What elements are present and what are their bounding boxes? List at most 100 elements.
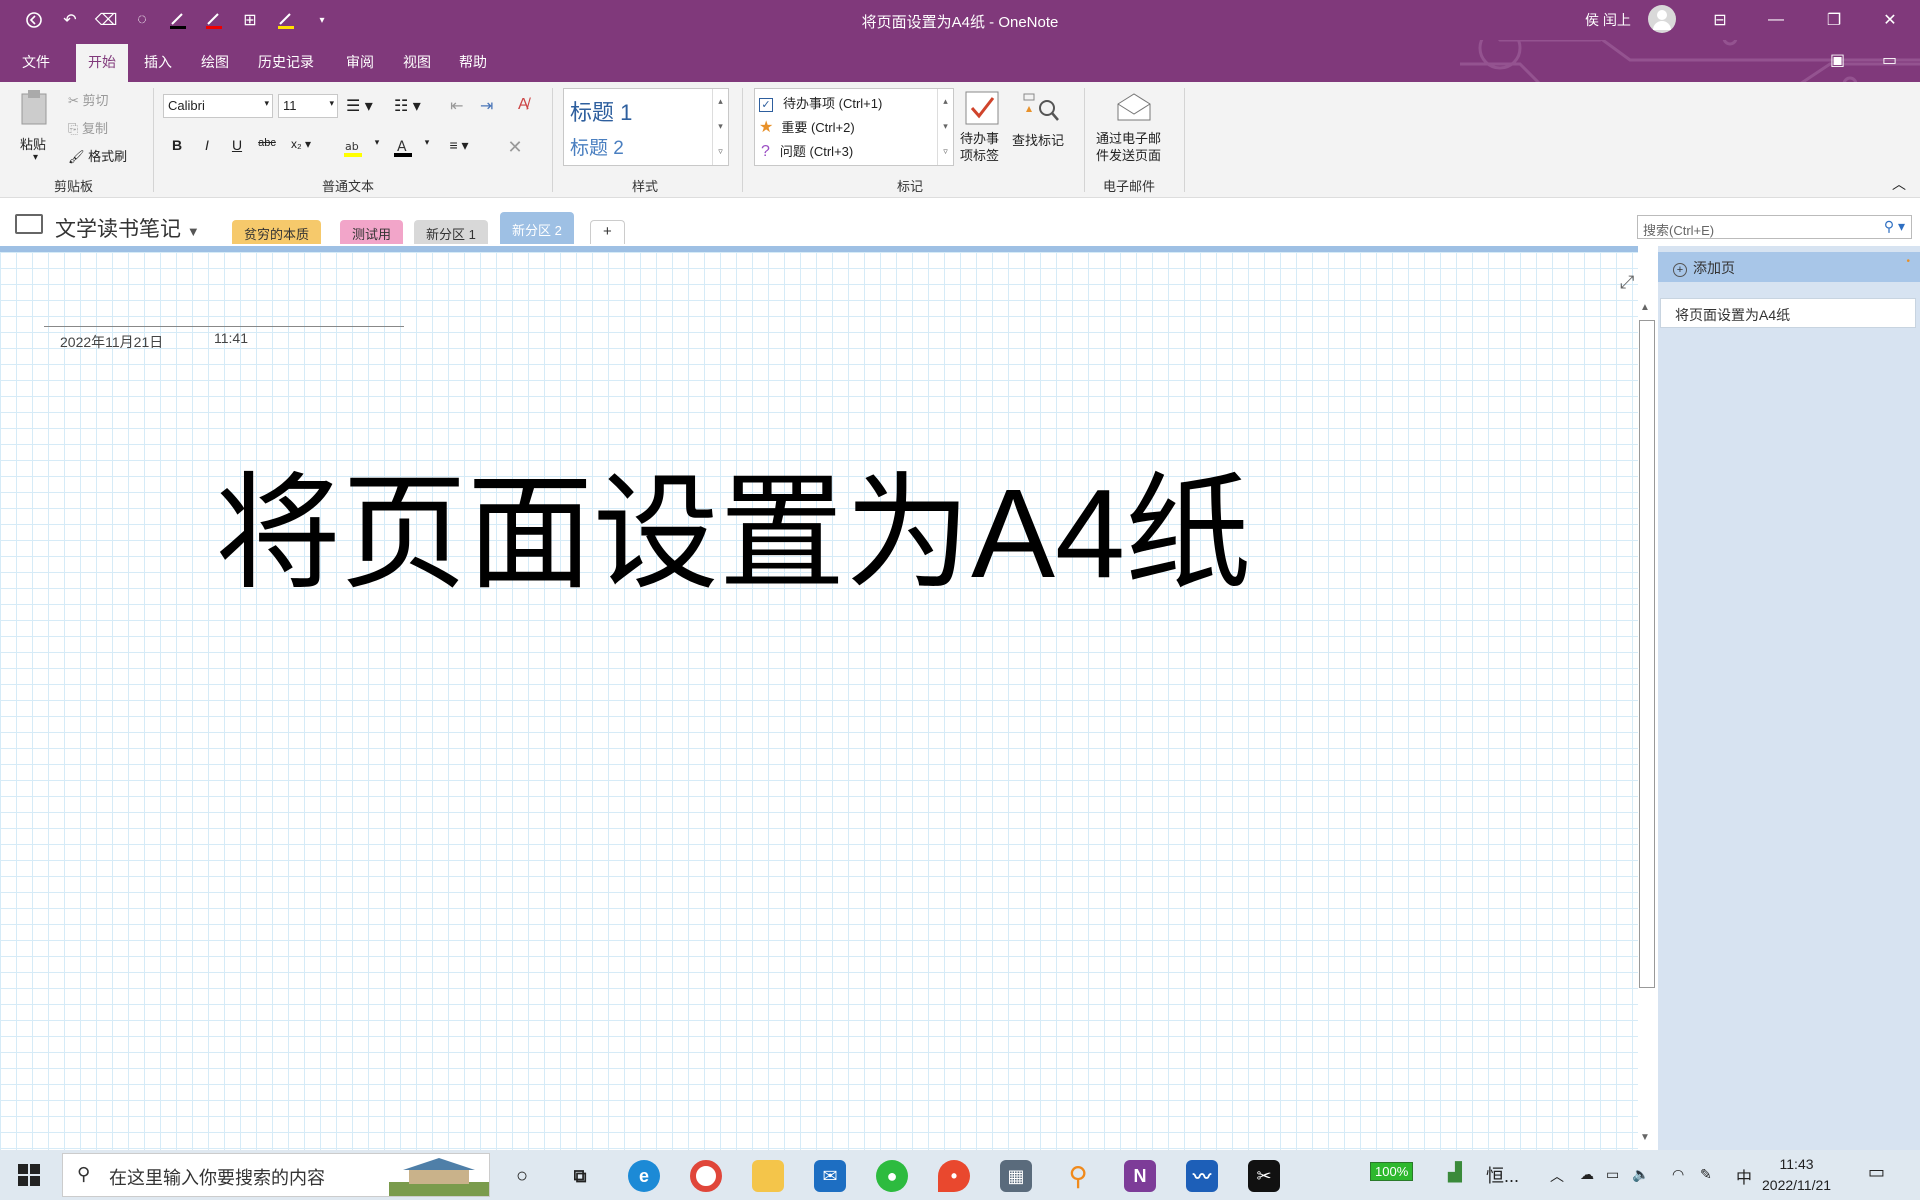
chevron-down-icon[interactable]: ▾: [366, 137, 388, 159]
decrease-indent-icon[interactable]: ⇤: [450, 96, 463, 116]
delete-icon[interactable]: ✕: [504, 137, 526, 159]
tag-todo[interactable]: ✓ 待办事项 (Ctrl+1): [759, 93, 882, 112]
edge-icon[interactable]: e: [628, 1160, 660, 1192]
numbering-icon[interactable]: ☷ ▾: [394, 96, 421, 116]
task-view-icon[interactable]: ⧉: [564, 1160, 596, 1192]
system-clock[interactable]: 11:43 2022/11/21: [1762, 1154, 1831, 1196]
font-name-value: Calibri: [168, 98, 205, 113]
increase-indent-icon[interactable]: ⇥: [480, 96, 493, 116]
volume-icon[interactable]: 🔈: [1632, 1166, 1649, 1183]
email-page-button[interactable]: 通过电子邮 件发送页面: [1092, 88, 1176, 172]
highlight-color-icon[interactable]: ab: [342, 137, 364, 159]
page-list-item[interactable]: 将页面设置为A4纸: [1660, 298, 1916, 328]
ribbon-tabs: 文件 开始 插入 绘图 历史记录 审阅 视图 帮助 ▣ ▭: [0, 40, 1920, 112]
font-color-icon[interactable]: A: [392, 137, 414, 159]
bold-icon[interactable]: B: [166, 137, 188, 159]
underline-icon[interactable]: U: [226, 137, 248, 159]
tab-home[interactable]: 开始: [76, 44, 128, 82]
restore-icon[interactable]: ❐: [1814, 6, 1854, 34]
clear-format-icon[interactable]: A̸: [518, 96, 529, 114]
close-icon[interactable]: ✕: [1870, 6, 1910, 34]
scroll-down-icon[interactable]: ▼: [1640, 1132, 1650, 1143]
avatar[interactable]: [1648, 5, 1676, 33]
battery-indicator[interactable]: 100%: [1370, 1162, 1414, 1181]
tab-review[interactable]: 审阅: [346, 52, 374, 72]
collapse-ribbon-icon[interactable]: ︿: [1892, 174, 1906, 194]
cut-button[interactable]: ✂ 剪切: [68, 90, 109, 109]
cortana-icon[interactable]: ○: [506, 1160, 538, 1192]
search-everything-icon[interactable]: ⚲: [1062, 1160, 1094, 1192]
copy-button[interactable]: ⎘ 复制: [68, 118, 108, 137]
scrollbar-thumb[interactable]: [1639, 320, 1655, 988]
tag-question[interactable]: ? 问题 (Ctrl+3): [761, 141, 853, 161]
find-tags-button[interactable]: 查找标记: [1010, 88, 1076, 172]
wifi-icon[interactable]: ◠: [1672, 1166, 1684, 1183]
ime-indicator[interactable]: 中: [1736, 1164, 1752, 1188]
onenote-icon[interactable]: N: [1124, 1160, 1156, 1192]
section-tab[interactable]: 贫穷的本质: [232, 220, 322, 244]
styles-gallery[interactable]: 标题 1 标题 2 ▴ ▾ ▿: [563, 88, 729, 166]
paste-button[interactable]: 粘贴 ▾: [16, 88, 56, 168]
add-section-button[interactable]: +: [590, 220, 625, 244]
tag-important[interactable]: ★ 重要 (Ctrl+2): [759, 117, 855, 137]
chrome-icon[interactable]: [690, 1160, 722, 1192]
tags-group-label: 标记: [897, 179, 924, 194]
calculator-icon[interactable]: ▦: [1000, 1160, 1032, 1192]
subscript-icon[interactable]: x₂ ▾: [290, 137, 312, 159]
tab-file[interactable]: 文件: [22, 52, 50, 72]
tags-scroll[interactable]: ▴ ▾ ▿: [937, 89, 953, 165]
expand-icon[interactable]: ⤢: [1620, 272, 1634, 293]
tab-view[interactable]: 视图: [403, 52, 431, 72]
share-icon[interactable]: ▣: [1830, 50, 1845, 70]
capcut-icon[interactable]: ✂: [1248, 1160, 1280, 1192]
section-tab[interactable]: 新分区 1: [414, 220, 488, 244]
styles-scroll[interactable]: ▴ ▾ ▿: [712, 89, 728, 165]
search-input[interactable]: 搜索(Ctrl+E) ⚲ ▾: [1637, 215, 1912, 239]
format-painter-button[interactable]: 🖌 格式刷: [68, 146, 127, 165]
tags-gallery[interactable]: ✓ 待办事项 (Ctrl+1) ★ 重要 (Ctrl+2) ? 问题 (Ctrl+3)…: [754, 88, 954, 166]
comments-icon[interactable]: ▭: [1882, 50, 1897, 70]
add-page-button[interactable]: + 添加页 •: [1658, 252, 1920, 282]
page-canvas[interactable]: 2022年11月21日 11:41 将页面设置为A4纸 ⤢: [0, 246, 1638, 1150]
chart-app-icon[interactable]: ▟: [1448, 1162, 1462, 1183]
search-icon[interactable]: ⚲ ▾: [1884, 218, 1905, 235]
battery-icon[interactable]: ▭: [1606, 1166, 1619, 1183]
ribbon-display-icon[interactable]: ⊟: [1700, 6, 1740, 34]
tab-history[interactable]: 历史记录: [258, 52, 314, 72]
wechat-icon[interactable]: ●: [876, 1160, 908, 1192]
app-label[interactable]: 恒...: [1486, 1162, 1519, 1188]
chevron-down-icon[interactable]: ▾: [416, 137, 438, 159]
taskbar-search-input[interactable]: ⚲ 在这里输入你要搜索的内容: [62, 1153, 490, 1197]
whiteboard-icon[interactable]: 〰: [1186, 1160, 1218, 1192]
user-name[interactable]: 侯 闰上: [1585, 10, 1631, 30]
tab-help[interactable]: 帮助: [459, 52, 487, 72]
todo-tag-button[interactable]: 待办事 项标签: [956, 88, 1008, 172]
section-tab-active[interactable]: 新分区 2: [500, 212, 574, 244]
italic-icon[interactable]: I: [196, 137, 218, 159]
minimize-icon[interactable]: —: [1756, 6, 1796, 34]
tab-draw[interactable]: 绘图: [201, 52, 229, 72]
maps-icon[interactable]: •: [938, 1160, 970, 1192]
file-explorer-icon[interactable]: [752, 1160, 784, 1192]
style-heading-1[interactable]: 标题 1: [570, 95, 632, 127]
notebook-selector[interactable]: 文学读书笔记 ▼: [55, 213, 200, 243]
section-tab[interactable]: 测试用: [340, 220, 404, 244]
windows-start-icon[interactable]: [18, 1164, 40, 1186]
vertical-scrollbar[interactable]: ▲ ▼: [1638, 300, 1658, 1150]
pen-icon[interactable]: ✎: [1700, 1166, 1712, 1183]
show-hidden-icons-icon[interactable]: ︿: [1550, 1166, 1564, 1186]
notification-icon[interactable]: ▭: [1868, 1162, 1885, 1183]
tab-insert[interactable]: 插入: [144, 52, 172, 72]
scroll-up-icon[interactable]: ▲: [1640, 302, 1650, 313]
align-icon[interactable]: ≡ ▾: [448, 137, 470, 159]
font-size-dropdown[interactable]: 11 ▾: [278, 94, 338, 118]
page-content-text[interactable]: 将页面设置为A4纸: [215, 432, 1251, 614]
style-heading-2[interactable]: 标题 2: [570, 133, 624, 160]
strikethrough-icon[interactable]: abc: [256, 137, 278, 159]
onedrive-icon[interactable]: ☁: [1580, 1166, 1594, 1183]
mail-icon[interactable]: ✉: [814, 1160, 846, 1192]
font-name-dropdown[interactable]: Calibri ▾: [163, 94, 273, 118]
question-icon: ?: [761, 143, 770, 160]
todo-tag-label: 待办事 项标签: [960, 131, 1000, 163]
bullets-icon[interactable]: ☰ ▾: [346, 96, 373, 116]
